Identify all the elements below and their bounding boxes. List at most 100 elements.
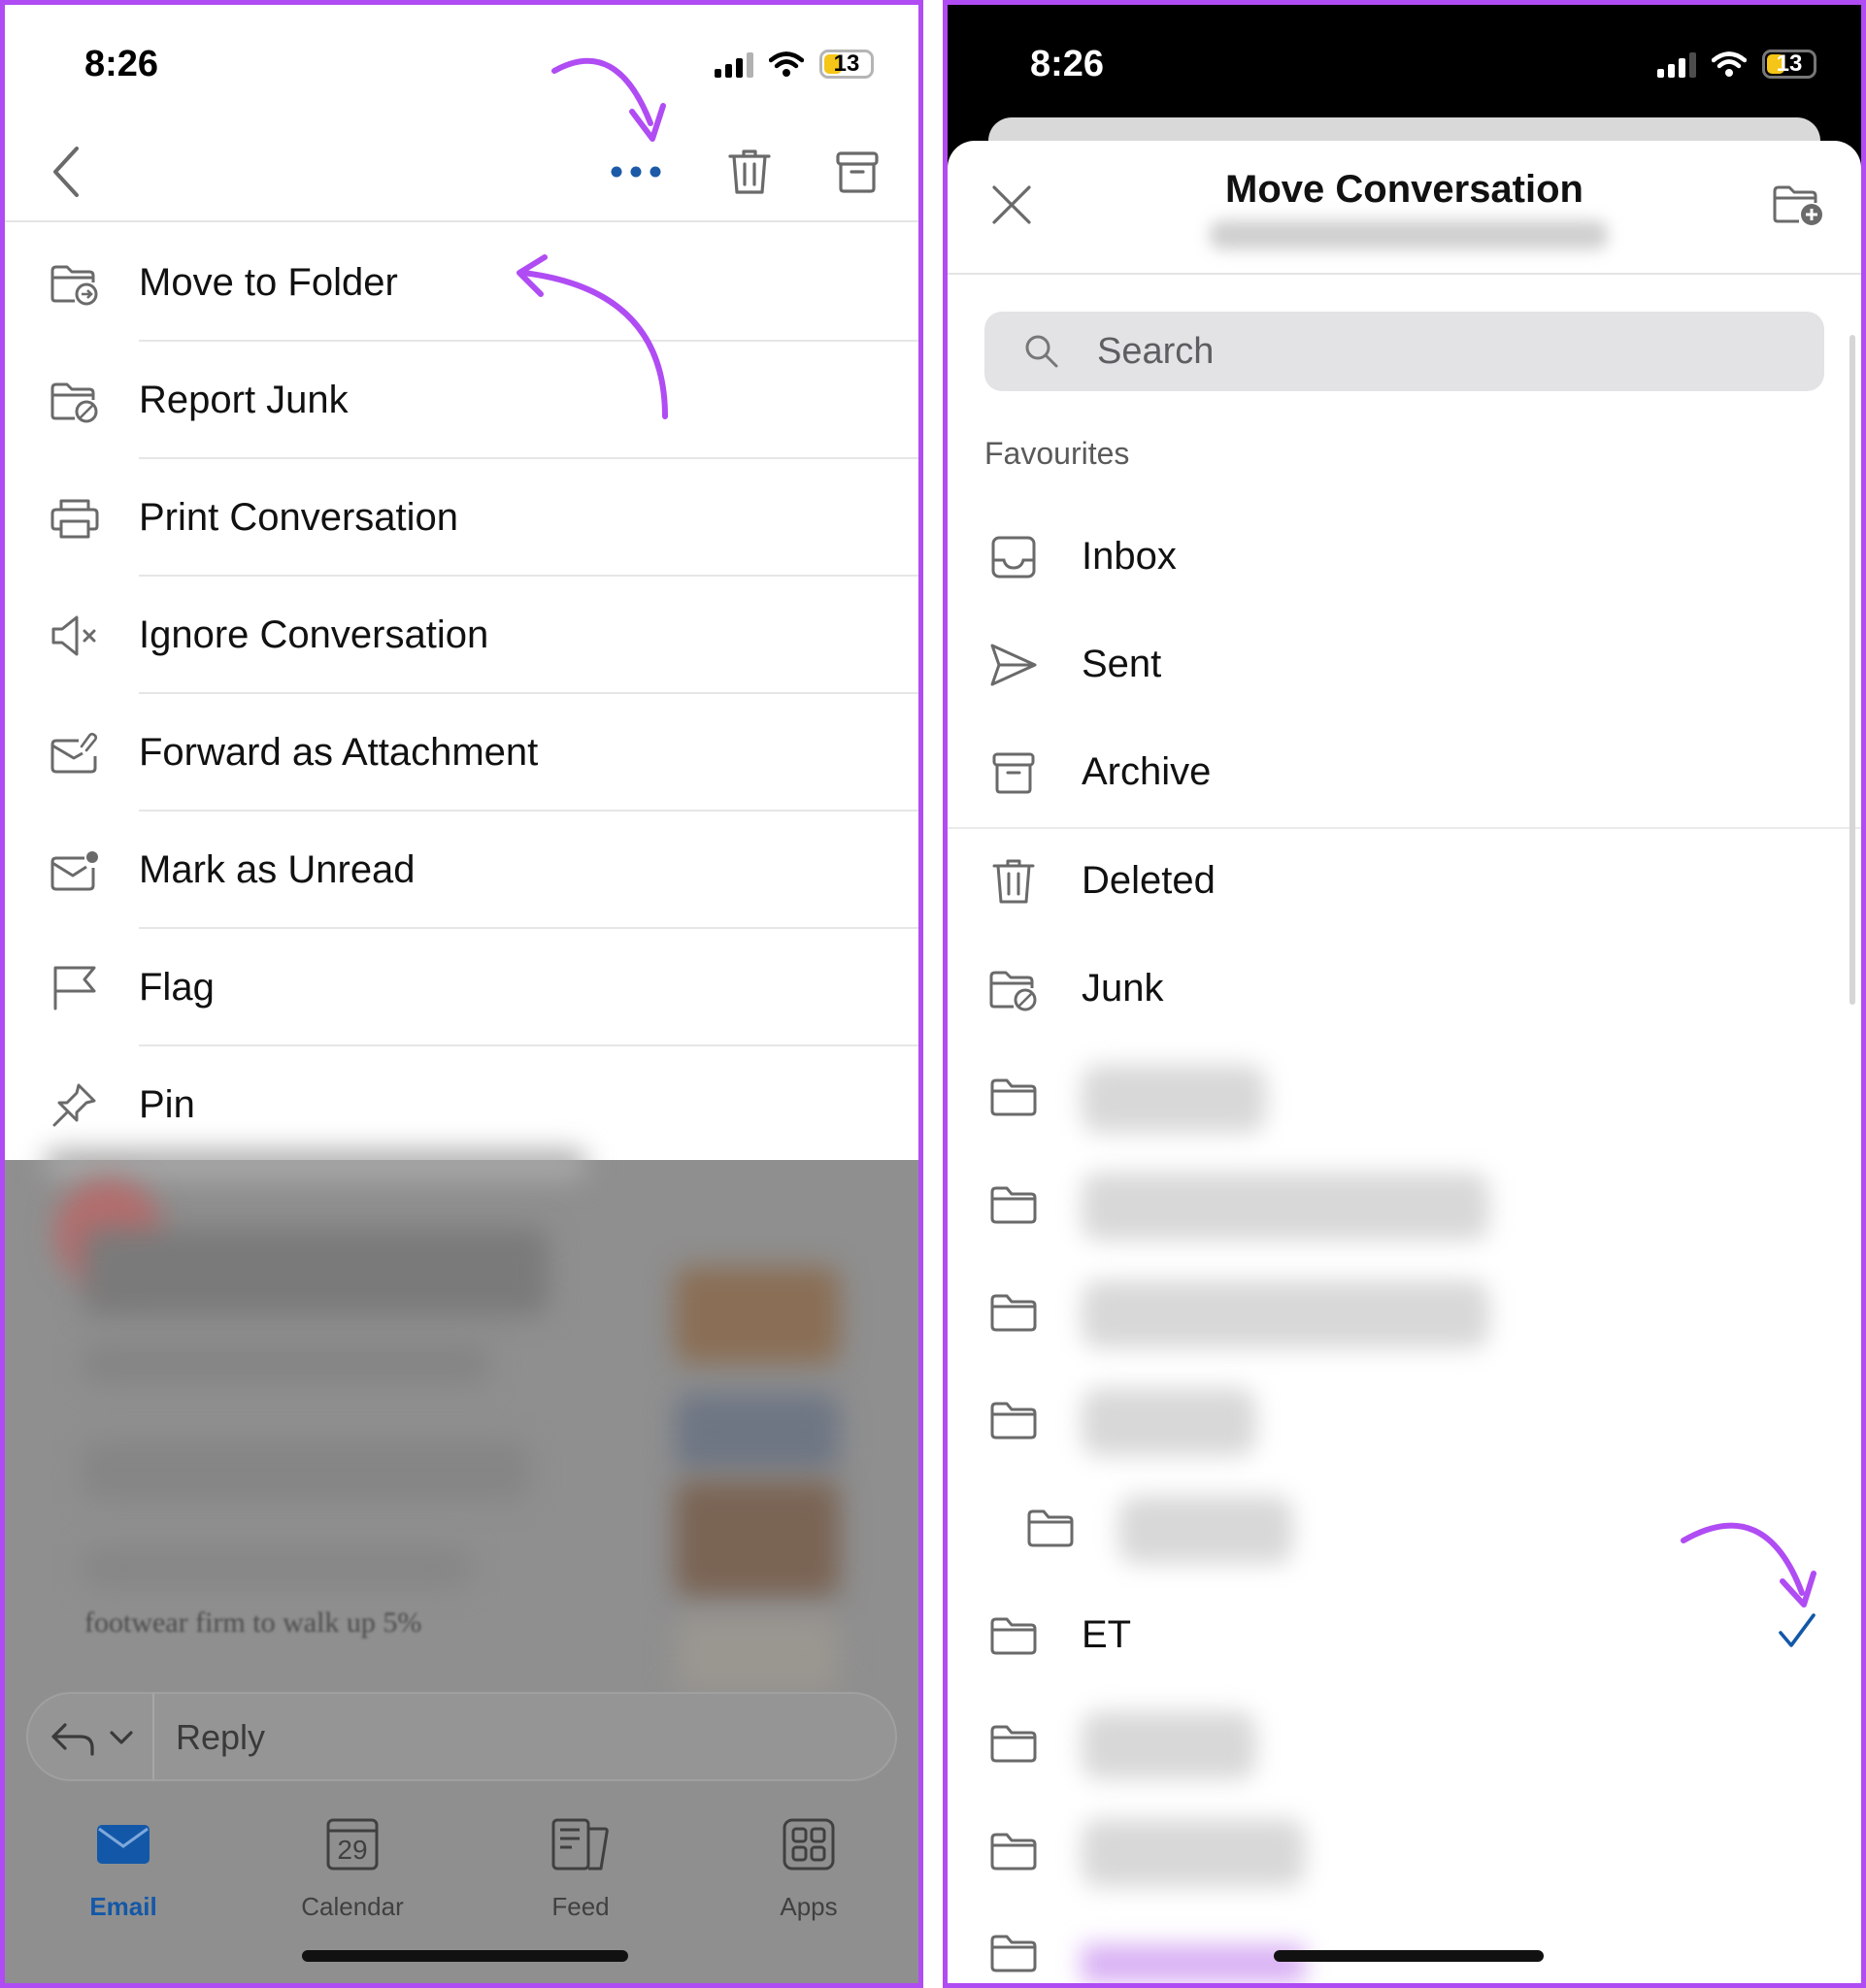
search-icon bbox=[1023, 333, 1060, 370]
tab-apps[interactable]: Apps bbox=[721, 1810, 896, 1922]
tab-feed[interactable]: Feed bbox=[493, 1810, 668, 1922]
menu-item-flag[interactable]: Flag bbox=[5, 929, 918, 1046]
inbox-icon bbox=[984, 528, 1043, 586]
feed-icon bbox=[493, 1810, 668, 1878]
folder-icon bbox=[1021, 1499, 1080, 1557]
tab-label: Calendar bbox=[301, 1892, 404, 1921]
status-bar: 8:26 13 bbox=[5, 5, 918, 121]
dimmed-message-background: footwear firm to walk up 5% Reply Email bbox=[5, 1150, 918, 1983]
menu-item-mark-as-unread[interactable]: Mark as Unread bbox=[5, 812, 918, 929]
chevron-left-icon[interactable] bbox=[38, 143, 96, 201]
reply-icon[interactable] bbox=[48, 1717, 139, 1760]
wifi-icon bbox=[1712, 51, 1747, 77]
folder-move-icon bbox=[46, 254, 104, 313]
folder-item-blurred[interactable] bbox=[948, 1367, 1861, 1474]
move-conversation-sheet: Move Conversation Search Favourites Inbo… bbox=[948, 141, 1861, 1983]
folder-item-deleted[interactable]: Deleted bbox=[948, 828, 1861, 935]
menu-item-label: Move to Folder bbox=[139, 261, 398, 304]
menu-item-print-conversation[interactable]: Print Conversation bbox=[5, 459, 918, 577]
reply-placeholder[interactable]: Reply bbox=[176, 1717, 265, 1758]
status-time: 8:26 bbox=[84, 44, 159, 84]
folder-icon bbox=[984, 1714, 1043, 1773]
blurred-preview-text: footwear firm to walk up 5% bbox=[84, 1607, 422, 1639]
battery-level: 13 bbox=[833, 50, 860, 77]
reply-bar[interactable]: Reply bbox=[26, 1692, 897, 1781]
tab-label: Feed bbox=[551, 1892, 610, 1921]
folder-item-inbox[interactable]: Inbox bbox=[948, 504, 1861, 611]
folder-label: ET bbox=[1082, 1613, 1132, 1656]
folder-item-archive[interactable]: Archive bbox=[948, 719, 1861, 826]
flag-icon bbox=[46, 959, 104, 1017]
folder-block-icon bbox=[46, 372, 104, 430]
folder-item-blurred[interactable] bbox=[948, 1151, 1861, 1258]
folder-label: Inbox bbox=[1082, 535, 1177, 578]
folder-block-icon bbox=[984, 960, 1043, 1018]
tab-label: Apps bbox=[780, 1892, 838, 1921]
calendar-icon: 29 bbox=[265, 1810, 440, 1878]
apps-grid-icon bbox=[721, 1810, 896, 1878]
cellular-signal-icon bbox=[1657, 50, 1696, 78]
message-actions-screen: 8:26 13 Move to Folder Report Junk Print… bbox=[0, 0, 923, 1988]
sheet-header: Move Conversation bbox=[948, 141, 1861, 275]
mail-unread-icon bbox=[46, 842, 104, 900]
menu-item-label: Ignore Conversation bbox=[139, 613, 489, 656]
menu-item-forward-as-attachment[interactable]: Forward as Attachment bbox=[5, 694, 918, 812]
trash-icon bbox=[984, 852, 1043, 911]
tab-calendar[interactable]: 29 Calendar bbox=[265, 1810, 440, 1922]
menu-item-report-junk[interactable]: Report Junk bbox=[5, 342, 918, 459]
folder-item-blurred[interactable] bbox=[948, 1690, 1861, 1797]
folder-label: Deleted bbox=[1082, 859, 1216, 902]
folder-item-blurred-subfolder[interactable] bbox=[948, 1474, 1861, 1581]
search-placeholder: Search bbox=[1097, 331, 1215, 372]
bottom-tab-bar: Email 29 Calendar Feed Apps bbox=[5, 1810, 918, 1937]
wifi-icon bbox=[769, 51, 804, 77]
folder-icon bbox=[984, 1924, 1043, 1982]
menu-item-label: Pin bbox=[139, 1083, 195, 1126]
folder-item-blurred[interactable] bbox=[948, 1044, 1861, 1150]
menu-item-pin[interactable]: Pin bbox=[5, 1046, 918, 1164]
screenshot-comparison: 8:26 13 Move to Folder Report Junk Print… bbox=[0, 0, 1866, 1988]
archive-icon[interactable] bbox=[828, 143, 886, 201]
mail-icon bbox=[36, 1810, 211, 1878]
home-indicator bbox=[302, 1950, 628, 1962]
pin-icon bbox=[46, 1077, 104, 1135]
home-indicator bbox=[1274, 1950, 1544, 1962]
folder-search-input[interactable]: Search bbox=[984, 312, 1824, 391]
calendar-date: 29 bbox=[337, 1835, 368, 1865]
folder-label: Archive bbox=[1082, 750, 1212, 793]
checkmark-icon bbox=[1778, 1611, 1816, 1650]
battery-icon: 13 bbox=[1762, 50, 1816, 79]
send-icon bbox=[984, 636, 1043, 694]
status-time: 8:26 bbox=[1030, 44, 1105, 84]
folder-item-junk[interactable]: Junk bbox=[948, 936, 1861, 1043]
actions-menu: Move to Folder Report Junk Print Convers… bbox=[5, 224, 918, 1164]
tab-email[interactable]: Email bbox=[36, 1810, 211, 1922]
folder-item-blurred[interactable] bbox=[948, 1259, 1861, 1366]
battery-level: 13 bbox=[1776, 50, 1803, 77]
move-conversation-screen: 8:26 13 Move Conversation Search Favouri… bbox=[943, 0, 1866, 1988]
tab-label: Email bbox=[89, 1892, 157, 1921]
folder-icon bbox=[984, 1607, 1043, 1665]
menu-item-ignore-conversation[interactable]: Ignore Conversation bbox=[5, 577, 918, 694]
archive-icon bbox=[984, 744, 1043, 802]
message-toolbar bbox=[5, 121, 918, 222]
folder-item-blurred[interactable] bbox=[948, 1798, 1861, 1905]
status-bar: 8:26 13 bbox=[948, 5, 1861, 121]
folder-icon bbox=[984, 1176, 1043, 1234]
menu-item-label: Forward as Attachment bbox=[139, 731, 539, 774]
folder-item-sent[interactable]: Sent bbox=[948, 612, 1861, 718]
menu-item-move-to-folder[interactable]: Move to Folder bbox=[5, 224, 918, 342]
sheet-title: Move Conversation bbox=[1225, 168, 1583, 211]
folder-icon bbox=[984, 1283, 1043, 1342]
folder-icon bbox=[984, 1822, 1043, 1880]
section-title-favourites: Favourites bbox=[984, 436, 1130, 471]
menu-item-label: Flag bbox=[139, 966, 215, 1009]
mail-attach-icon bbox=[46, 724, 104, 782]
folder-item-et[interactable]: ET bbox=[948, 1582, 1861, 1689]
scrollbar[interactable] bbox=[1849, 335, 1855, 1005]
folder-add-icon[interactable] bbox=[1772, 182, 1826, 228]
folder-label: Sent bbox=[1082, 643, 1162, 685]
trash-icon[interactable] bbox=[720, 143, 779, 201]
menu-item-label: Report Junk bbox=[139, 379, 349, 421]
ellipsis-icon[interactable] bbox=[607, 143, 665, 201]
